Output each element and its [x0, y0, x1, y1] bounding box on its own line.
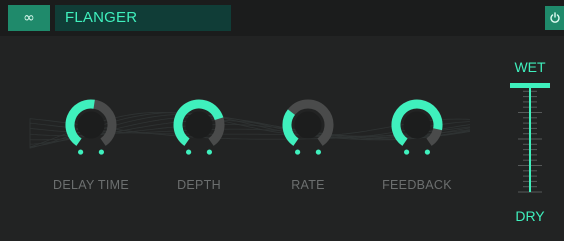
min-dot	[295, 149, 301, 155]
depth-knob[interactable]	[166, 97, 232, 163]
delay-time-knob[interactable]	[58, 97, 124, 163]
knob-center	[77, 111, 105, 139]
max-dot	[98, 149, 104, 155]
feedback-label: FEEDBACK	[382, 178, 452, 192]
wet-label: WET	[514, 59, 546, 75]
rate-label: RATE	[291, 178, 325, 192]
delay-time-label: DELAY TIME	[53, 178, 129, 192]
min-dot	[78, 149, 84, 155]
flanger-plugin: ∞ FLANGER DELAY TIME DEPTH RATE FEEDBACK…	[0, 0, 564, 241]
min-dot	[186, 149, 192, 155]
knob-center	[403, 111, 431, 139]
preset-name-field[interactable]: FLANGER	[55, 5, 231, 31]
knob-center	[185, 111, 213, 139]
fader-handle	[510, 83, 550, 88]
top-bar: ∞ FLANGER	[0, 0, 564, 36]
power-button[interactable]	[545, 6, 564, 30]
power-icon	[549, 12, 560, 23]
dry-wet-fader[interactable]	[508, 82, 552, 198]
depth-label: DEPTH	[177, 178, 221, 192]
knob-center	[294, 111, 322, 139]
rate-knob[interactable]	[275, 97, 341, 163]
dry-label: DRY	[515, 208, 545, 224]
link-icon: ∞	[23, 10, 35, 26]
max-dot	[315, 149, 321, 155]
feedback-knob[interactable]	[384, 97, 450, 163]
max-dot	[206, 149, 212, 155]
min-dot	[404, 149, 410, 155]
link-button[interactable]: ∞	[8, 5, 50, 31]
max-dot	[424, 149, 430, 155]
knob-value-arc	[282, 109, 299, 146]
